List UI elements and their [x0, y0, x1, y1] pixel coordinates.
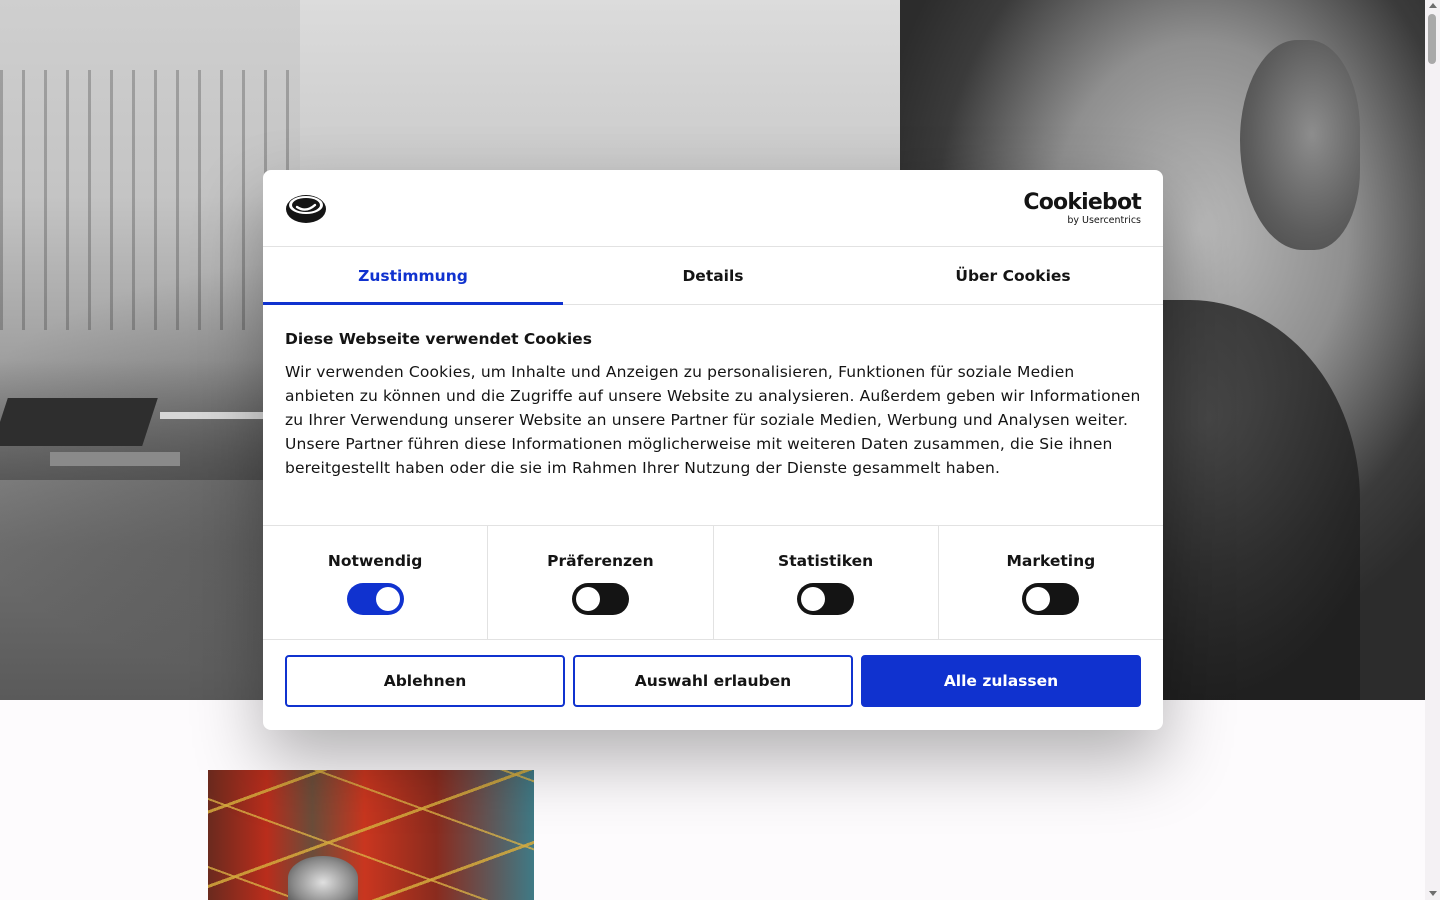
category-label: Präferenzen: [547, 552, 654, 570]
category-label: Notwendig: [327, 552, 423, 570]
consent-body: Diese Webseite verwendet Cookies Wir ver…: [285, 328, 1141, 480]
scroll-down-arrow-icon[interactable]: [1429, 891, 1437, 896]
cookiebot-logo-subtitle: by Usercentrics: [1067, 215, 1141, 226]
category-statistiken: Statistiken: [714, 526, 939, 639]
category-label: Statistiken: [778, 552, 874, 570]
toggle-knob: [375, 587, 400, 611]
statistiken-toggle[interactable]: [797, 583, 855, 615]
dialog-header: Cookiebot by Usercentrics: [263, 170, 1163, 247]
praeferenzen-toggle[interactable]: [571, 583, 629, 615]
toggle-knob: [1026, 587, 1051, 611]
hero-portrait-ear: [1240, 40, 1360, 250]
page-scrollbar[interactable]: [1425, 0, 1440, 900]
scrollbar-thumb[interactable]: [1428, 14, 1436, 64]
tab-details[interactable]: Details: [563, 247, 863, 304]
allow-selection-button[interactable]: Auswahl erlauben: [573, 655, 853, 707]
hero-tool-rack: [0, 70, 300, 330]
cookie-categories: Notwendig Präferenzen Statistiken Market…: [263, 525, 1163, 640]
allow-all-button[interactable]: Alle zulassen: [861, 655, 1141, 707]
consent-title: Diese Webseite verwendet Cookies: [285, 330, 592, 348]
toggle-knob: [801, 587, 826, 611]
decline-button[interactable]: Ablehnen: [285, 655, 565, 707]
hero-sponge: [0, 398, 158, 446]
consent-description: Wir verwenden Cookies, um Inhalte und An…: [285, 363, 1141, 477]
category-label: Marketing: [1006, 552, 1096, 570]
category-praeferenzen: Präferenzen: [488, 526, 714, 639]
cookiebot-logo-name: Cookiebot: [1023, 190, 1141, 215]
notwendig-toggle[interactable]: [346, 583, 404, 615]
category-marketing: Marketing: [939, 526, 1163, 639]
tab-zustimmung[interactable]: Zustimmung: [263, 247, 563, 305]
category-notwendig: Notwendig: [263, 526, 489, 639]
cookie-logo-icon: [286, 195, 326, 223]
marketing-toggle[interactable]: [1022, 583, 1080, 615]
cookiebot-logo[interactable]: Cookiebot by Usercentrics: [1023, 192, 1141, 226]
jewelry-image[interactable]: [208, 770, 534, 900]
jewelry-pendant: [288, 856, 358, 900]
consent-actions: Ablehnen Auswahl erlauben Alle zulassen: [285, 655, 1141, 707]
hero-wall-panel: [300, 0, 960, 190]
scroll-up-arrow-icon[interactable]: [1429, 3, 1437, 8]
consent-tabs: Zustimmung Details Über Cookies: [263, 247, 1163, 305]
toggle-knob: [575, 587, 600, 611]
tab-ueber-cookies[interactable]: Über Cookies: [863, 247, 1163, 304]
hero-tool: [50, 452, 180, 466]
cookie-consent-dialog: Cookiebot by Usercentrics Zustimmung Det…: [263, 170, 1163, 730]
